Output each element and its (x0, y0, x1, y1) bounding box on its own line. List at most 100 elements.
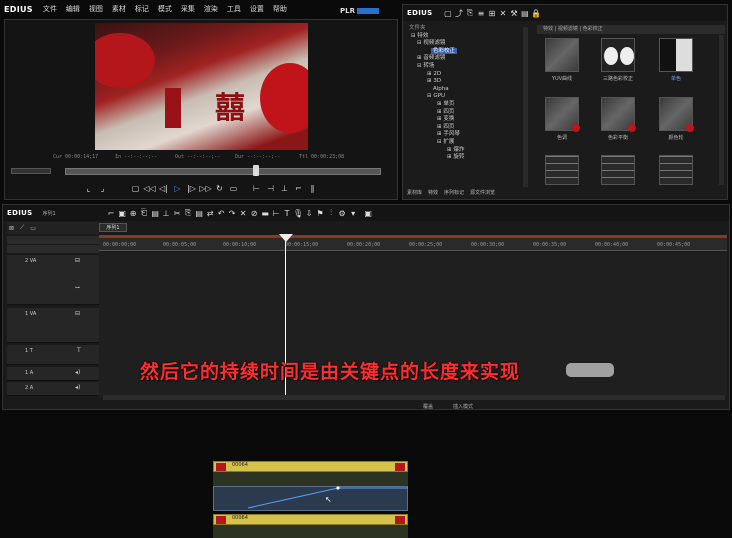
scrub-bar[interactable] (65, 168, 381, 175)
tree-item[interactable]: ⊞ 爆炸 (409, 147, 529, 155)
more-icon[interactable]: ▾ (348, 208, 359, 219)
extract-icon[interactable]: ⌐ (293, 183, 304, 194)
menu-file[interactable]: 文件 (43, 4, 57, 14)
list-view-icon[interactable]: ≡ (475, 8, 486, 19)
loop-icon[interactable]: ↻ (214, 183, 225, 194)
speaker-icon[interactable]: ◂) (75, 384, 80, 391)
step-back-icon[interactable]: ◁| (158, 183, 169, 194)
video-clip[interactable]: 00064 (213, 514, 408, 525)
tree-item[interactable]: ⊞ 3D (409, 78, 529, 86)
tab-effects[interactable]: 特效 (428, 189, 438, 196)
set-in-icon[interactable]: ⌞ (83, 183, 94, 194)
effect-thumb[interactable] (659, 155, 693, 185)
keyframe-curve[interactable] (213, 486, 408, 511)
grid-view-icon[interactable]: ⊞ (486, 8, 497, 19)
tab-source-browser[interactable]: 源文件浏览 (470, 189, 495, 196)
split-icon[interactable]: ⊥ (279, 183, 290, 194)
split-clip-icon[interactable]: ⊢ (271, 208, 282, 219)
overwrite-icon[interactable]: ⊣ (265, 183, 276, 194)
sync-icon[interactable]: ∥ (307, 183, 318, 194)
trim-icon[interactable]: ⊥ (161, 208, 172, 219)
track-header-2a[interactable]: 2 A ◂) (7, 382, 99, 396)
tree-item[interactable]: ⊟ GPU (409, 93, 529, 101)
copy-icon[interactable]: ⎘ (183, 208, 194, 219)
scrub-handle[interactable] (253, 165, 259, 176)
effect-thumb[interactable] (545, 155, 579, 185)
menu-settings[interactable]: 设置 (250, 4, 264, 14)
step-forward-icon[interactable]: |▷ (186, 183, 197, 194)
track-tool-icon[interactable]: ▭ (30, 225, 36, 232)
track-header-2va[interactable]: 2 VA ⊟ ⊶ (7, 255, 99, 305)
track-header-1t[interactable]: 1 T T (7, 345, 99, 365)
track-header-1a[interactable]: 1 A ◂) (7, 367, 99, 381)
ripple-delete-icon[interactable]: ⊘ (249, 208, 260, 219)
mode-icon[interactable]: ⌐ (106, 208, 117, 219)
redo-icon[interactable]: ↷ (227, 208, 238, 219)
up-icon[interactable]: ⤴ (453, 8, 464, 19)
menu-marker[interactable]: 标记 (135, 4, 149, 14)
menu-edit[interactable]: 编辑 (66, 4, 80, 14)
tab-markers[interactable]: 序列标记 (444, 189, 464, 196)
mic-icon[interactable]: 🎙 (293, 208, 304, 219)
jog-slider[interactable] (11, 168, 51, 174)
timeline-scrollbar[interactable] (103, 395, 725, 400)
track-lock-icon[interactable]: ⊟ (75, 310, 80, 317)
effect-thumb[interactable] (659, 38, 693, 72)
mixer-icon[interactable]: ⊶ (75, 285, 80, 291)
effect-thumb[interactable] (601, 155, 635, 185)
playhead-marker-icon[interactable] (279, 234, 293, 242)
menu-render[interactable]: 渲染 (204, 4, 218, 14)
effect-thumb[interactable] (601, 38, 635, 72)
delete-icon[interactable]: ✕ (497, 8, 508, 19)
menu-clip[interactable]: 素材 (112, 4, 126, 14)
output-icon[interactable]: ▭ (228, 183, 239, 194)
settings-icon[interactable]: ⚙ (337, 208, 348, 219)
effect-thumb[interactable] (545, 38, 579, 72)
ripple-icon[interactable]: ⊕ (128, 208, 139, 219)
tree-item[interactable]: ⊟ 视频滤镜 (409, 40, 529, 48)
fast-forward-icon[interactable]: ▷▷ (199, 183, 211, 194)
paste-icon[interactable]: ▤ (194, 208, 205, 219)
set-out-icon[interactable]: ⌟ (97, 183, 108, 194)
menu-tools[interactable]: 工具 (227, 4, 241, 14)
effect-thumb[interactable] (601, 97, 636, 132)
folder-icon[interactable]: ▢ (442, 8, 453, 19)
tab-bin[interactable]: 素材库 (407, 189, 422, 196)
player-badge[interactable]: PLR (340, 7, 379, 15)
effect-icon[interactable]: ⎘ (464, 8, 475, 19)
undo-icon[interactable]: ↶ (216, 208, 227, 219)
tree-item[interactable]: ⊞ 单页 (409, 101, 529, 109)
open-icon[interactable]: ⎗ (139, 208, 150, 219)
speaker-icon[interactable]: ◂) (75, 369, 80, 376)
tree-item[interactable]: ⊞ 音频滤镜 (409, 55, 529, 63)
marker-icon[interactable]: ⚑ (315, 208, 326, 219)
track-tool-icon[interactable]: ⊠ (9, 225, 14, 232)
tree-scrollbar[interactable] (523, 27, 528, 187)
tree-item[interactable]: ⊞ 手风琴 (409, 131, 529, 139)
title-icon[interactable]: T (282, 208, 293, 219)
cut-icon[interactable]: ✂ (172, 208, 183, 219)
render-icon[interactable]: ⇩ (304, 208, 315, 219)
layout-icon[interactable]: ▣ (363, 208, 374, 219)
stop-icon[interactable]: ▢ (130, 183, 141, 194)
menu-mode[interactable]: 模式 (158, 4, 172, 14)
tools-icon[interactable]: ⚒ (508, 8, 519, 19)
effect-thumb[interactable] (659, 97, 694, 132)
tree-item[interactable]: ⊟ 扩展 (409, 139, 529, 147)
menu-help[interactable]: 帮助 (273, 4, 287, 14)
track-header-1va[interactable]: 1 VA ⊟ (7, 308, 99, 343)
tree-item[interactable]: ⊞ 2D (409, 71, 529, 79)
menu-capture[interactable]: 采集 (181, 4, 195, 14)
tree-item[interactable]: ⊞ 四页 (409, 124, 529, 132)
effect-thumb[interactable] (545, 97, 580, 132)
insert-icon[interactable]: ⊢ (251, 183, 262, 194)
track-tool-icon[interactable]: ⟋ (20, 224, 24, 232)
tree-item[interactable]: ⊟ 转场 (409, 63, 529, 71)
tree-item[interactable]: ⊞ 变换 (409, 116, 529, 124)
sequence-tab[interactable]: 序列1 (99, 223, 127, 232)
rewind-icon[interactable]: ◁◁ (143, 183, 155, 194)
thumb-scrollbar[interactable] (719, 35, 724, 185)
sync-lock-icon[interactable]: ▬ (260, 208, 271, 219)
track-lock-icon[interactable]: ⊟ (75, 257, 80, 264)
properties-icon[interactable]: ▤ (519, 8, 530, 19)
